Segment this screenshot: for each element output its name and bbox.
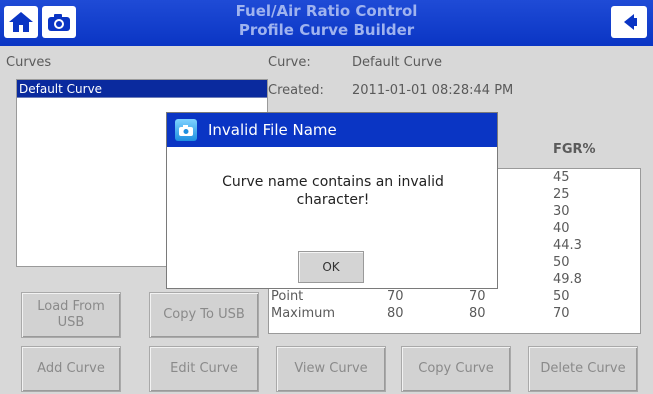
row-cell: 70 <box>387 289 404 304</box>
dialog-title-bar: Invalid File Name <box>167 113 497 147</box>
row-label-point: Point <box>271 289 304 304</box>
title-line-2: Profile Curve Builder <box>238 21 415 39</box>
copy-to-usb-button[interactable]: Copy To USB <box>149 292 259 338</box>
copy-curve-button[interactable]: Copy Curve <box>401 346 511 392</box>
view-curve-button[interactable]: View Curve <box>276 346 386 392</box>
fgr-cell: 50 <box>553 255 570 270</box>
back-arrow-icon <box>624 14 637 30</box>
row-label-maximum: Maximum <box>271 306 336 321</box>
header-bar: Fuel/Air Ratio Control Profile Curve Bui… <box>0 0 653 46</box>
row-cell: 80 <box>387 306 404 321</box>
fgr-cell: 30 <box>553 204 570 219</box>
title-line-1: Fuel/Air Ratio Control <box>235 2 418 20</box>
camera-app-icon <box>175 119 197 141</box>
delete-curve-button[interactable]: Delete Curve <box>528 346 638 392</box>
edit-curve-button[interactable]: Edit Curve <box>149 346 259 392</box>
camera-icon <box>48 14 70 31</box>
dialog-message: Curve name contains an invalid character… <box>222 174 444 208</box>
fgr-cell: 45 <box>553 170 570 185</box>
row-cell: 80 <box>469 306 486 321</box>
curve-label: Curve: <box>268 55 311 70</box>
curve-list-item-selected[interactable]: Default Curve <box>17 80 267 98</box>
fgr-cell: 49.8 <box>553 272 582 287</box>
curve-name-value: Default Curve <box>352 55 442 70</box>
fgr-cell: 25 <box>553 187 570 202</box>
home-button[interactable] <box>4 6 38 38</box>
add-curve-button[interactable]: Add Curve <box>21 346 121 392</box>
created-value: 2011-01-01 08:28:44 PM <box>352 83 514 98</box>
back-button[interactable] <box>611 6 647 38</box>
fgr-cell: 70 <box>553 306 570 321</box>
fgr-cell: 44.3 <box>553 238 582 253</box>
curves-label: Curves <box>6 55 52 70</box>
ok-button[interactable]: OK <box>298 251 364 283</box>
load-from-usb-button[interactable]: Load From USB <box>21 292 121 338</box>
row-cell: 70 <box>469 289 486 304</box>
page-title: Fuel/Air Ratio Control Profile Curve Bui… <box>170 2 483 40</box>
home-icon <box>9 12 33 32</box>
column-header-fgr: FGR% <box>553 142 596 157</box>
error-dialog: Invalid File Name Curve name contains an… <box>166 112 498 289</box>
dialog-title: Invalid File Name <box>208 121 337 139</box>
fgr-cell: 40 <box>553 221 570 236</box>
fgr-cell: 50 <box>553 289 570 304</box>
created-label: Created: <box>268 83 324 98</box>
camera-button[interactable] <box>42 6 76 38</box>
